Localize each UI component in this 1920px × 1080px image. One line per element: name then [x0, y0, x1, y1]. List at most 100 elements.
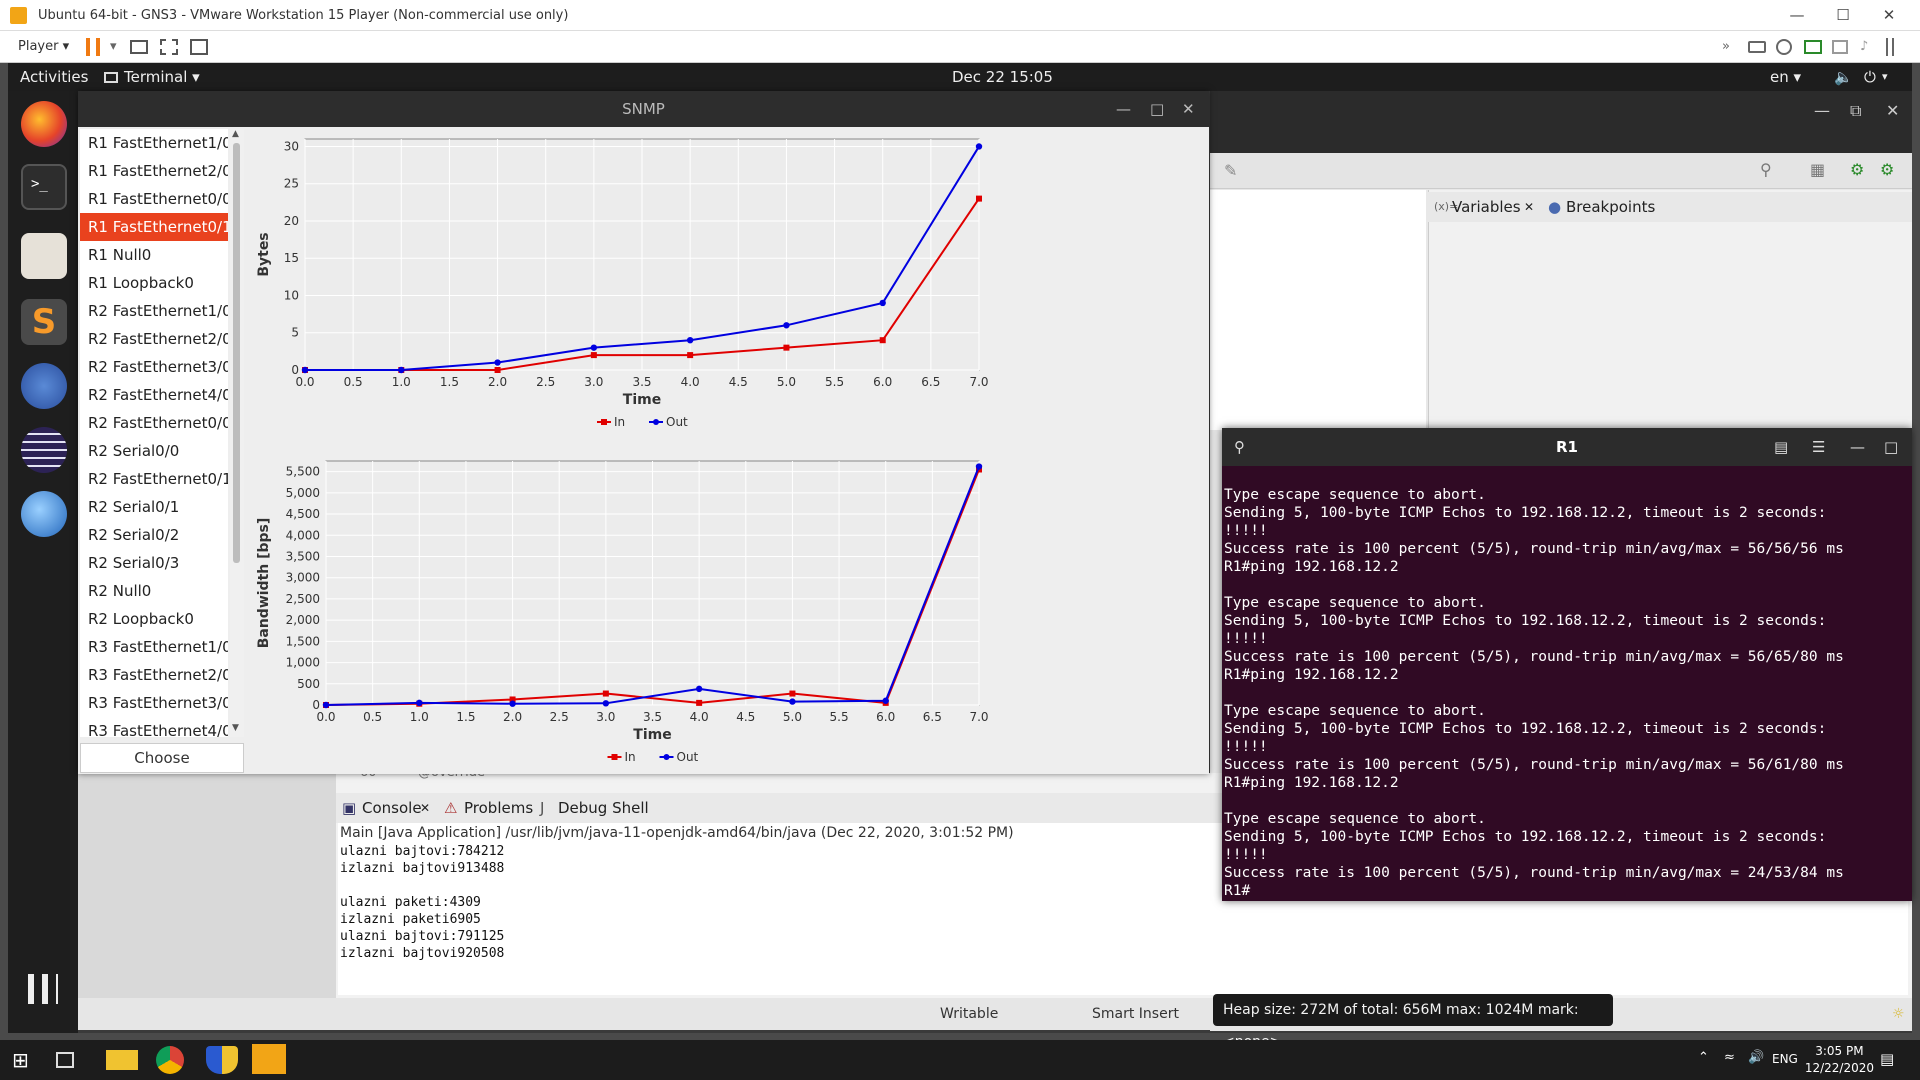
send-ctrl-alt-del-icon[interactable]	[130, 40, 148, 54]
interface-item[interactable]: R2 Serial0/0	[80, 437, 228, 465]
interface-item[interactable]: R1 FastEthernet2/0	[80, 157, 228, 185]
chrome-icon[interactable]	[156, 1046, 184, 1074]
interface-list-scrollbar[interactable]: ▲ ▼	[230, 129, 244, 737]
clock[interactable]: Dec 22 15:05	[952, 63, 1053, 91]
interface-item[interactable]: R2 Serial0/2	[80, 521, 228, 549]
app-menu[interactable]: Terminal ▾	[104, 63, 200, 91]
interface-item[interactable]: R3 FastEthernet1/0	[80, 633, 228, 661]
perspective-icon[interactable]: ▦	[1810, 160, 1825, 179]
snmp-minimize-icon[interactable]: —	[1116, 91, 1131, 127]
notifications-icon[interactable]: ▤	[1880, 1050, 1894, 1068]
files-icon[interactable]	[21, 233, 67, 279]
windows-start-icon[interactable]: ⊞	[12, 1046, 44, 1074]
volume-icon[interactable]: 🔈	[1834, 63, 1853, 91]
interface-item[interactable]: R1 Loopback0	[80, 269, 228, 297]
tab-console[interactable]: Console	[362, 793, 422, 823]
power-icon[interactable]: ⏻	[1864, 63, 1876, 91]
cd-drive-icon[interactable]	[1776, 39, 1792, 55]
interface-item[interactable]: R2 Loopback0	[80, 605, 228, 633]
close-tab-icon[interactable]: ✕	[420, 793, 430, 823]
vmware-taskbar-icon[interactable]	[252, 1044, 286, 1074]
scrollbar-thumb[interactable]	[233, 143, 240, 563]
terminal-output[interactable]: Type escape sequence to abort. Sending 5,…	[1224, 486, 1910, 898]
interface-item[interactable]: R2 FastEthernet1/0	[80, 297, 228, 325]
sublime-text-icon[interactable]: S	[21, 299, 67, 345]
interface-item[interactable]: R2 FastEthernet2/0	[80, 325, 228, 353]
x-tick-label: 6.5	[921, 375, 940, 389]
new-window-icon[interactable]: ✎	[1224, 161, 1237, 180]
pause-icon[interactable]	[86, 38, 100, 56]
task-view-icon[interactable]	[56, 1052, 74, 1068]
system-clock[interactable]: 3:05 PM 12/22/2020	[1805, 1043, 1874, 1077]
file-explorer-icon[interactable]	[106, 1050, 138, 1070]
eclipse-close-icon[interactable]: ✕	[1886, 101, 1899, 120]
interface-item[interactable]: R3 FastEthernet3/0	[80, 689, 228, 717]
interface-item[interactable]: R3 FastEthernet2/0	[80, 661, 228, 689]
terminal-dock-icon[interactable]: >_	[21, 164, 67, 210]
show-applications-icon[interactable]	[28, 974, 58, 1004]
search-icon[interactable]: ⚲	[1234, 428, 1245, 466]
y-tick-label: 500	[297, 677, 320, 691]
minimize-icon[interactable]: —	[1774, 0, 1820, 31]
scroll-down-icon[interactable]: ▼	[232, 723, 239, 733]
network-adapter-icon[interactable]	[1804, 40, 1822, 54]
message-log-icon[interactable]	[1886, 38, 1894, 56]
debug-perspective-icon[interactable]: ⚙	[1880, 160, 1894, 179]
interface-item[interactable]: R2 FastEthernet3/0	[80, 353, 228, 381]
close-tab-icon[interactable]: ✕	[1524, 192, 1534, 222]
interface-item[interactable]: R2 FastEthernet0/0	[80, 409, 228, 437]
eclipse-minimize-icon[interactable]: —	[1814, 101, 1830, 120]
interface-list[interactable]: R1 FastEthernet1/0 R1 FastEthernet2/0 R1 F…	[80, 129, 228, 737]
interface-item[interactable]: R3 FastEthernet4/0	[80, 717, 228, 737]
interface-item[interactable]: R1 FastEthernet0/1	[80, 213, 228, 241]
tab-debug-shell[interactable]: Debug Shell	[558, 793, 649, 823]
tip-icon[interactable]: ☼	[1892, 998, 1905, 1030]
eclipse-restore-icon[interactable]: ⧉	[1850, 101, 1861, 121]
volume-tray-icon[interactable]: 🔊	[1748, 1050, 1764, 1065]
search-icon[interactable]: ⚲	[1760, 160, 1772, 179]
gns3-icon[interactable]	[21, 363, 67, 409]
interface-item[interactable]: R1 Null0	[80, 241, 228, 269]
tray-chevron-icon[interactable]: ⌃	[1698, 1050, 1709, 1065]
activities-button[interactable]: Activities	[20, 63, 88, 91]
globe-icon[interactable]	[21, 491, 67, 537]
eclipse-icon[interactable]	[21, 427, 67, 473]
fullscreen-icon[interactable]	[160, 39, 178, 55]
player-menu[interactable]: Player ▾	[18, 37, 69, 57]
pause-dropdown-icon[interactable]: ▾	[110, 37, 117, 57]
printer-icon[interactable]	[1832, 40, 1848, 54]
security-shield-icon[interactable]	[206, 1046, 238, 1074]
tab-problems[interactable]: Problems	[464, 793, 533, 823]
new-tab-icon[interactable]: ▤	[1774, 428, 1788, 466]
terminal-line: R1#ping 192.168.12.2	[1224, 667, 1399, 683]
interface-item[interactable]: R2 Serial0/3	[80, 549, 228, 577]
more-icon[interactable]: »	[1722, 37, 1730, 57]
interface-item[interactable]: R2 FastEthernet0/1	[80, 465, 228, 493]
interface-item[interactable]: R2 FastEthernet4/0	[80, 381, 228, 409]
scroll-up-icon[interactable]: ▲	[232, 129, 239, 139]
close-icon[interactable]: ✕	[1866, 0, 1912, 31]
hard-disk-icon[interactable]	[1748, 41, 1766, 53]
tab-breakpoints[interactable]: Breakpoints	[1566, 192, 1655, 222]
wifi-icon[interactable]: ≈	[1724, 1050, 1735, 1065]
x-tick-label: 2.0	[488, 375, 507, 389]
system-menu-chevron-icon[interactable]: ▾	[1882, 63, 1888, 91]
choose-button[interactable]: Choose	[80, 743, 244, 773]
terminal-maximize-icon[interactable]: □	[1884, 428, 1898, 466]
interface-item[interactable]: R2 Null0	[80, 577, 228, 605]
unity-icon[interactable]	[190, 39, 208, 55]
tab-variables[interactable]: Variables	[1452, 192, 1521, 222]
interface-item[interactable]: R2 Serial0/1	[80, 493, 228, 521]
java-perspective-icon[interactable]: ⚙	[1850, 160, 1864, 179]
firefox-icon[interactable]	[21, 101, 67, 147]
terminal-minimize-icon[interactable]: —	[1850, 428, 1865, 466]
maximize-icon[interactable]: ☐	[1820, 0, 1866, 31]
input-language[interactable]: ENG	[1772, 1052, 1798, 1066]
snmp-close-icon[interactable]: ✕	[1182, 91, 1195, 127]
interface-item[interactable]: R1 FastEthernet1/0	[80, 129, 228, 157]
hamburger-menu-icon[interactable]: ☰	[1812, 428, 1825, 466]
snmp-maximize-icon[interactable]: □	[1150, 91, 1164, 127]
sound-card-icon[interactable]: ♪	[1860, 37, 1868, 57]
language-menu[interactable]: en ▾	[1770, 63, 1801, 91]
interface-item[interactable]: R1 FastEthernet0/0	[80, 185, 228, 213]
